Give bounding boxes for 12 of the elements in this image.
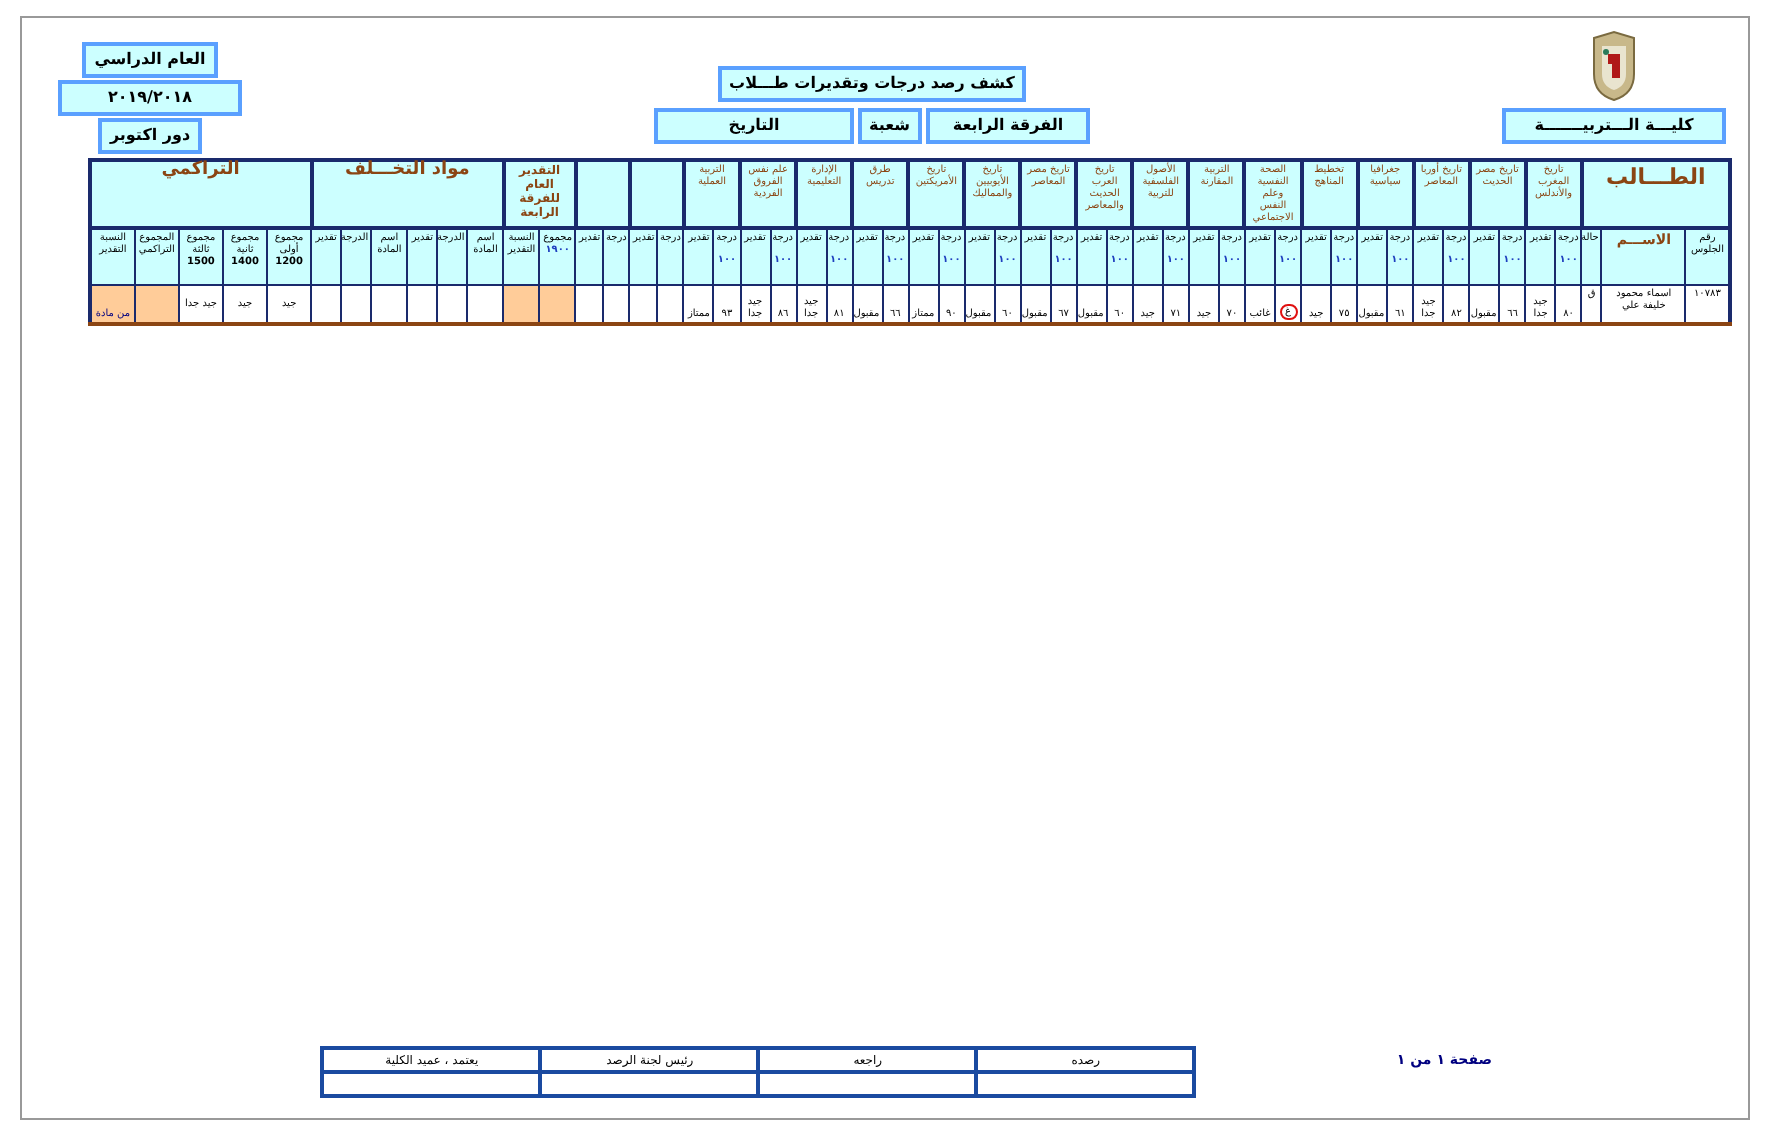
makeup-heading: مواد التخـــلف [345,160,470,180]
year-label: العام الدراسي [82,42,218,78]
year-field: ٢٠١٩/٢٠١٨ [58,80,242,116]
level-field: الفرقة الرابعة [926,108,1090,144]
cumulative-heading: التراكمي [161,160,240,180]
report-title: كشف رصد درجات وتقديرات طـــلاب [717,66,1027,102]
division-field: التاريخ [654,108,854,144]
division-label: شعبة [858,108,922,144]
emblem-icon [1588,30,1640,102]
session-label: دور اكتوبر [97,118,203,154]
student-heading: الطـــالب [1606,164,1706,190]
college-name: كليـــة الـــتربيـــــــة [1502,108,1726,144]
